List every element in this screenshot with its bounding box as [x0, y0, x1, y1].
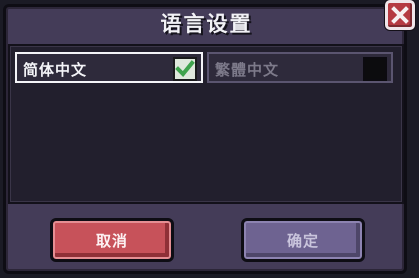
- confirm-button[interactable]: 确定: [241, 218, 365, 262]
- language-option-label: 简体中文: [23, 61, 88, 79]
- language-option-simplified-chinese[interactable]: 简体中文: [15, 52, 203, 83]
- language-option-traditional-chinese[interactable]: 繁體中文: [207, 52, 393, 83]
- checkbox-unchecked[interactable]: [363, 57, 387, 81]
- close-button[interactable]: [385, 0, 415, 30]
- checkmark-icon: [175, 60, 195, 77]
- language-option-label: 繁體中文: [215, 61, 280, 79]
- checkbox-checked[interactable]: [173, 57, 197, 81]
- dialog-title: 语言设置: [160, 12, 253, 36]
- language-settings-dialog: 语言设置 简体中文 繁體中文 取消 确定: [0, 0, 419, 278]
- cancel-button[interactable]: 取消: [50, 218, 174, 262]
- close-icon: [391, 6, 409, 24]
